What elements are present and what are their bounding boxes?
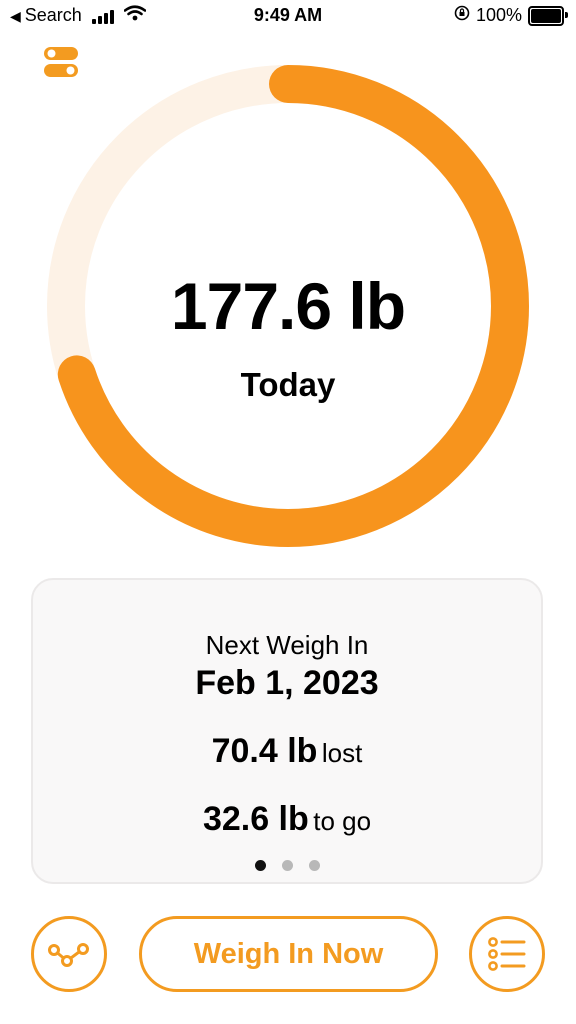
weight-to-go-unit: to go xyxy=(313,806,372,836)
list-icon xyxy=(488,937,526,971)
weigh-in-now-button[interactable]: Weigh In Now xyxy=(139,916,438,992)
status-bar: ◀ Search 9:49 AM 100% xyxy=(0,0,576,34)
weigh-in-summary-card[interactable]: Next Weigh In Feb 1, 2023 70.4 lb lost 3… xyxy=(31,578,543,884)
current-weight-label: Today xyxy=(240,366,336,403)
trend-graph-icon xyxy=(48,943,89,967)
page-indicator[interactable] xyxy=(33,860,541,871)
weight-lost-unit: lost xyxy=(321,738,363,768)
battery-icon xyxy=(528,5,568,26)
current-weight: 177.6 lb xyxy=(170,269,406,343)
weight-to-go-value: 32.6 lb xyxy=(202,800,309,838)
next-weigh-in-label: Next Weigh In xyxy=(205,630,369,660)
page-dot-3[interactable] xyxy=(308,860,320,871)
trend-button[interactable] xyxy=(31,916,107,992)
weight-lost: 70.4 lb lost xyxy=(33,732,541,771)
weight-progress-ring: 177.6 lb Today xyxy=(40,58,536,554)
battery-percent: 100% xyxy=(475,5,522,25)
weight-lost-value: 70.4 lb xyxy=(211,732,318,770)
page-dot-2[interactable] xyxy=(281,860,293,871)
page-dot-1[interactable] xyxy=(254,860,266,871)
orientation-lock-icon xyxy=(454,5,470,26)
weight-to-go: 32.6 lb to go xyxy=(33,800,541,839)
list-button[interactable] xyxy=(469,916,545,992)
next-weigh-in-date: Feb 1, 2023 xyxy=(195,664,379,702)
